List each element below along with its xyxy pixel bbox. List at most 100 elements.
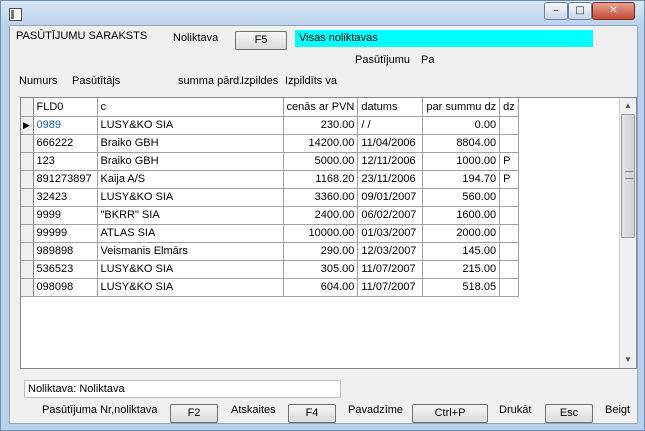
cell-c[interactable]: LUSY&KO SIA — [97, 278, 284, 297]
maximize-button[interactable]: □ — [568, 2, 592, 20]
cell-datums[interactable]: 06/02/2007 — [357, 206, 424, 225]
cell-summa[interactable]: 194.70 — [422, 170, 501, 189]
cell-c[interactable]: Veismanis Elmārs — [97, 242, 284, 261]
cell-c[interactable]: LUSY&KO SIA — [97, 188, 284, 207]
cell-dz[interactable] — [499, 278, 519, 297]
cell-summa[interactable]: 2000.00 — [422, 224, 501, 243]
cell-summa[interactable]: 518.05 — [422, 278, 501, 297]
cell-datums[interactable]: / / — [357, 116, 424, 135]
ctrl-p-button[interactable]: Ctrl+P — [412, 404, 488, 423]
cell-dz[interactable] — [499, 134, 519, 153]
cell-summa[interactable]: 1000.00 — [422, 152, 501, 171]
table-row[interactable]: ▶ 0989 LUSY&KO SIA 230.00 / /0.00 — [21, 116, 519, 135]
vertical-scrollbar[interactable]: ▲ ▼ — [619, 98, 636, 368]
row-selector[interactable] — [21, 242, 34, 261]
row-selector[interactable] — [21, 134, 34, 153]
table-row[interactable]: 99999 ATLAS SIA 10000.00 01/03/2007 2000.00 — [21, 224, 519, 243]
cell-dz[interactable] — [499, 188, 519, 207]
cell-datums[interactable]: 11/07/2007 — [357, 278, 424, 297]
column-header-dz[interactable]: dz — [499, 98, 519, 117]
cell-c[interactable]: LUSY&KO SIA — [97, 260, 284, 279]
cell-fld0[interactable]: 098098 — [33, 278, 98, 297]
column-header-summa[interactable]: par summu dz — [422, 98, 501, 117]
cell-c[interactable]: LUSY&KO SIA — [97, 116, 284, 135]
cell-c[interactable]: "BKRR" SIA — [97, 206, 284, 225]
row-selector[interactable] — [21, 206, 34, 225]
esc-button[interactable]: Esc — [545, 404, 593, 423]
cell-fld0[interactable]: 891273897 — [33, 170, 98, 189]
f5-button[interactable]: F5 — [235, 31, 287, 50]
cell-datums[interactable]: 01/03/2007 — [357, 224, 424, 243]
cell-cena[interactable]: 10000.00 — [283, 224, 359, 243]
table-row[interactable]: 32423 LUSY&KO SIA 3360.00 09/01/2007 560.00 — [21, 188, 519, 207]
cell-cena[interactable]: 3360.00 — [283, 188, 359, 207]
cell-dz[interactable]: P — [499, 152, 519, 171]
cell-fld0[interactable]: 0989 — [33, 116, 98, 135]
row-selector[interactable] — [21, 260, 34, 279]
cell-dz[interactable] — [499, 242, 519, 261]
cell-summa[interactable]: 145.00 — [422, 242, 501, 261]
cell-cena[interactable]: 2400.00 — [283, 206, 359, 225]
column-header-cena[interactable]: cenās ar PVN — [283, 98, 359, 117]
row-selector[interactable] — [21, 170, 34, 189]
cell-fld0[interactable]: 123 — [33, 152, 98, 171]
table-row[interactable]: 098098 LUSY&KO SIA 604.00 11/07/2007 518.05 — [21, 278, 519, 297]
scrollbar-thumb[interactable] — [621, 114, 635, 238]
cell-c[interactable]: Braiko GBH — [97, 134, 284, 153]
scroll-up-arrow-icon[interactable]: ▲ — [620, 98, 636, 114]
cell-c[interactable]: ATLAS SIA — [97, 224, 284, 243]
table-row[interactable]: 9999 "BKRR" SIA 2400.00 06/02/2007 1600.00 — [21, 206, 519, 225]
cell-dz[interactable] — [499, 116, 519, 135]
cell-fld0[interactable]: 989898 — [33, 242, 98, 261]
cell-dz[interactable] — [499, 206, 519, 225]
cell-summa[interactable]: 0.00 — [422, 116, 501, 135]
table-row[interactable]: 989898 Veismanis Elmārs 290.00 12/03/2007 14… — [21, 242, 519, 261]
row-selector[interactable] — [21, 188, 34, 207]
column-header-datums[interactable]: datums — [357, 98, 424, 117]
cell-fld0[interactable]: 99999 — [33, 224, 98, 243]
cell-summa[interactable]: 1600.00 — [422, 206, 501, 225]
cell-cena[interactable]: 230.00 — [283, 116, 359, 135]
f2-button[interactable]: F2 — [170, 404, 218, 423]
column-header-fld0[interactable]: FLD0 — [33, 98, 98, 117]
cell-fld0[interactable]: 9999 — [33, 206, 98, 225]
cell-cena[interactable]: 305.00 — [283, 260, 359, 279]
column-header-c[interactable]: c — [97, 98, 284, 117]
cell-cena[interactable]: 290.00 — [283, 242, 359, 261]
cell-c[interactable]: Kaija A/S — [97, 170, 284, 189]
cell-summa[interactable]: 560.00 — [422, 188, 501, 207]
warehouse-field[interactable]: Visas noliktavas — [295, 30, 593, 47]
cell-dz[interactable] — [499, 224, 519, 243]
cell-fld0[interactable]: 666222 — [33, 134, 98, 153]
f4-button[interactable]: F4 — [288, 404, 336, 423]
row-selector[interactable] — [21, 278, 34, 297]
cell-datums[interactable]: 11/07/2007 — [357, 260, 424, 279]
minimize-button[interactable]: – — [544, 2, 568, 20]
close-button[interactable]: ✕ — [592, 2, 635, 20]
row-selector[interactable] — [21, 224, 34, 243]
cell-datums[interactable]: 23/11/2006 — [357, 170, 424, 189]
cell-datums[interactable]: 12/11/2006 — [357, 152, 424, 171]
cell-fld0[interactable]: 536523 — [33, 260, 98, 279]
cell-cena[interactable]: 1168.20 — [283, 170, 359, 189]
cell-datums[interactable]: 09/01/2007 — [357, 188, 424, 207]
cell-dz[interactable]: P — [499, 170, 519, 189]
table-row[interactable]: 891273897 Kaija A/S 1168.20 23/11/2006 194.7… — [21, 170, 519, 189]
cell-fld0[interactable]: 32423 — [33, 188, 98, 207]
cell-dz[interactable] — [499, 260, 519, 279]
title-bar[interactable]: – □ ✕ — [1, 1, 644, 25]
cell-datums[interactable]: 11/04/2006 — [357, 134, 424, 153]
scroll-down-arrow-icon[interactable]: ▼ — [620, 352, 636, 368]
table-row[interactable]: 536523 LUSY&KO SIA 305.00 11/07/2007 215.00 — [21, 260, 519, 279]
cell-cena[interactable]: 5000.00 — [283, 152, 359, 171]
row-selector[interactable]: ▶ — [21, 116, 34, 135]
row-selector[interactable] — [21, 152, 34, 171]
cell-summa[interactable]: 215.00 — [422, 260, 501, 279]
orders-grid[interactable]: FLD0 c cenās ar PVN datums par summu dz … — [20, 97, 637, 369]
cell-c[interactable]: Braiko GBH — [97, 152, 284, 171]
table-row[interactable]: 123 Braiko GBH 5000.00 12/11/2006 1000.00 P — [21, 152, 519, 171]
cell-summa[interactable]: 8804.00 — [422, 134, 501, 153]
cell-cena[interactable]: 14200.00 — [283, 134, 359, 153]
cell-datums[interactable]: 12/03/2007 — [357, 242, 424, 261]
table-row[interactable]: 666222 Braiko GBH 14200.00 11/04/2006 8804.0… — [21, 134, 519, 153]
